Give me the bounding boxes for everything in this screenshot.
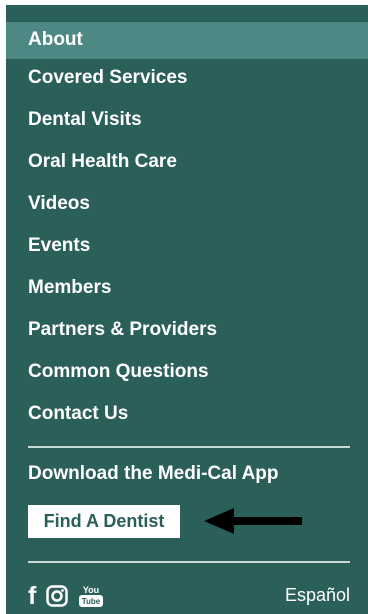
youtube-label-you: You <box>83 585 99 595</box>
find-a-dentist-button[interactable]: Find A Dentist <box>28 505 180 538</box>
footer-divider <box>28 561 350 563</box>
menu-item-contact-us[interactable]: Contact Us <box>6 395 368 437</box>
download-app-link[interactable]: Download the Medi-Cal App <box>28 463 279 485</box>
youtube-icon[interactable]: You Tube <box>78 584 104 608</box>
menu-item-events[interactable]: Events <box>6 227 368 269</box>
arrow-left-icon <box>204 508 302 534</box>
menu-item-members[interactable]: Members <box>6 269 368 311</box>
menu-item-partners-providers[interactable]: Partners & Providers <box>6 311 368 353</box>
menu-item-about[interactable]: About <box>6 22 368 59</box>
menu-item-videos[interactable]: Videos <box>6 185 368 227</box>
panel-top-strip <box>6 5 368 22</box>
social-links: f You Tube <box>28 583 104 609</box>
menu-item-common-questions[interactable]: Common Questions <box>6 353 368 395</box>
navigation-panel: About Covered Services Dental Visits Ora… <box>6 5 368 614</box>
menu-item-dental-visits[interactable]: Dental Visits <box>6 101 368 143</box>
menu-divider <box>28 446 350 448</box>
main-menu: About Covered Services Dental Visits Ora… <box>6 22 368 437</box>
instagram-icon[interactable] <box>46 585 69 607</box>
facebook-icon[interactable]: f <box>28 584 36 609</box>
youtube-label-tube: Tube <box>82 597 101 606</box>
menu-item-oral-health-care[interactable]: Oral Health Care <box>6 143 368 185</box>
menu-item-covered-services[interactable]: Covered Services <box>6 59 368 101</box>
language-espanol-link[interactable]: Español <box>285 585 350 606</box>
